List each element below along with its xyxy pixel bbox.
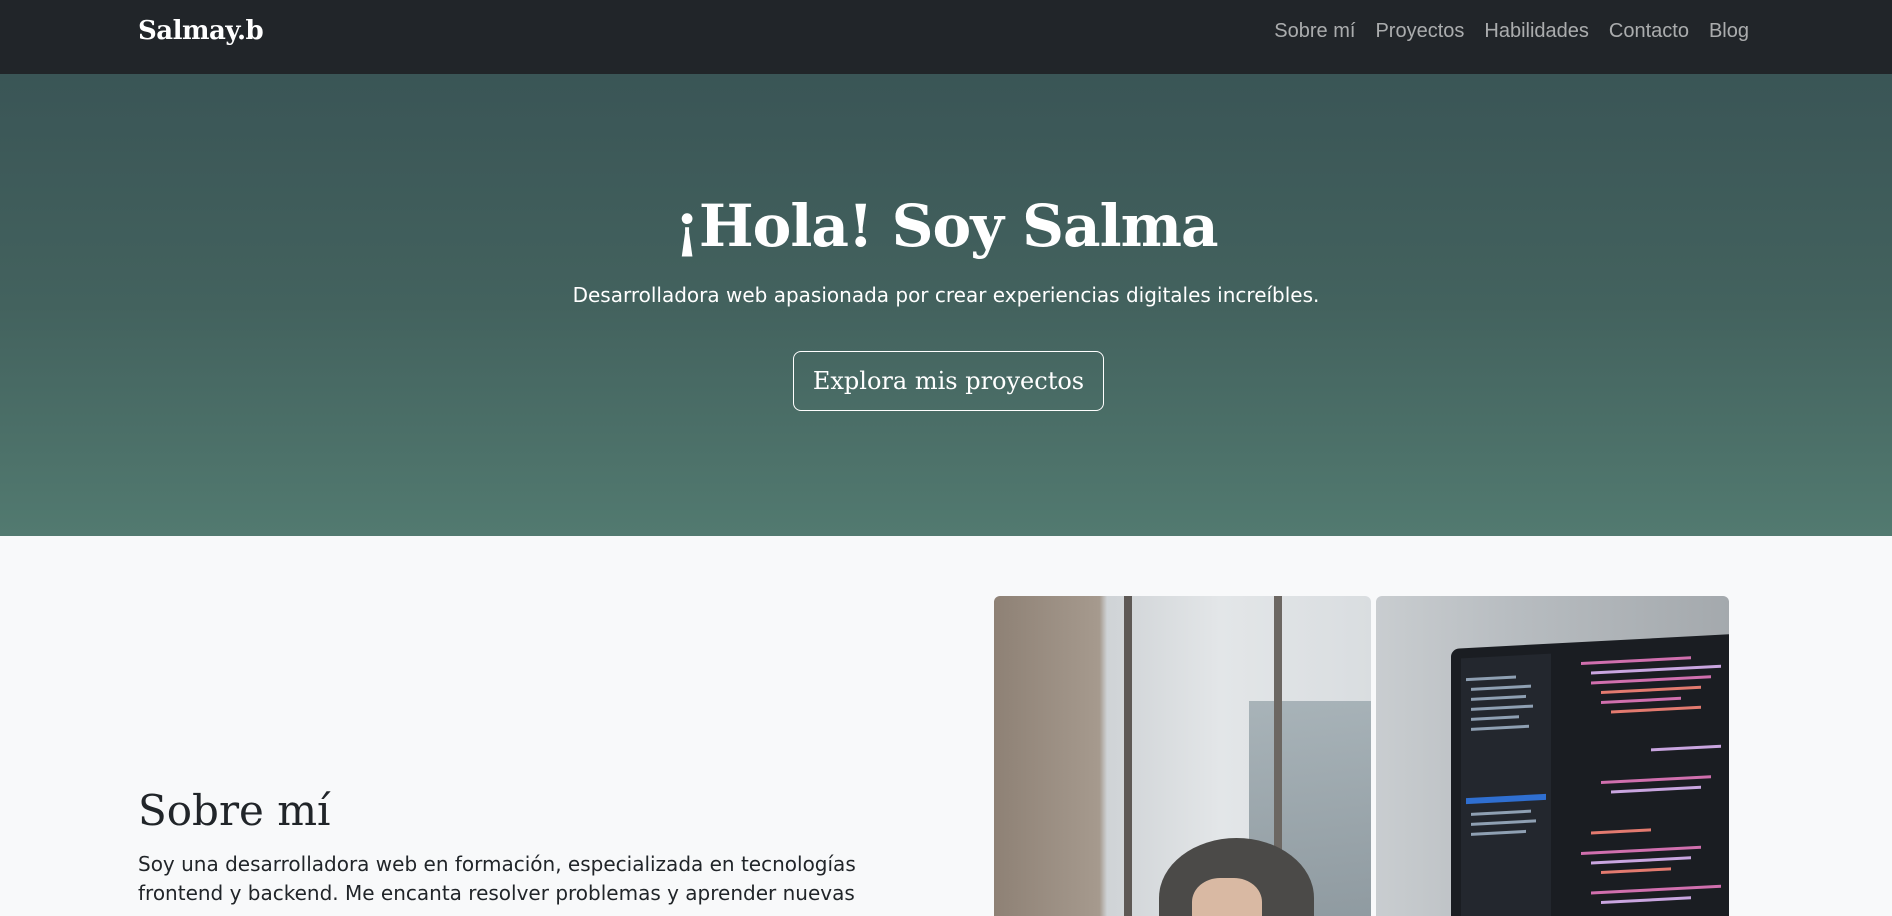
nav-link-habilidades[interactable]: Habilidades	[1484, 20, 1589, 43]
nav-links: Sobre mí Proyectos Habilidades Contacto …	[1274, 20, 1749, 43]
about-text: Soy una desarrolladora web en formación,…	[138, 852, 856, 905]
window-frame	[1124, 596, 1132, 916]
nav-link-proyectos[interactable]: Proyectos	[1375, 20, 1464, 43]
hero-title: ¡Hola! Soy Salma	[674, 192, 1218, 260]
navbar: Salmay.b Sobre mí Proyectos Habilidades …	[0, 0, 1892, 74]
hero-section: ¡Hola! Soy Salma Desarrolladora web apas…	[0, 74, 1892, 536]
explore-projects-button[interactable]: Explora mis proyectos	[793, 351, 1104, 411]
nav-link-sobre-mi[interactable]: Sobre mí	[1274, 20, 1355, 43]
about-title: Sobre mí	[138, 786, 331, 835]
laptop-code-photo	[1376, 596, 1729, 916]
woman-at-window-photo	[994, 596, 1371, 916]
nav-link-contacto[interactable]: Contacto	[1609, 20, 1689, 43]
person-face	[1192, 878, 1262, 916]
code-lines-graphic	[1461, 653, 1721, 916]
about-section: Sobre mí Soy una desarrolladora web en f…	[0, 536, 1892, 916]
brand-logo[interactable]: Salmay.b	[138, 16, 264, 46]
hero-subtitle: Desarrolladora web apasionada por crear …	[572, 283, 1320, 307]
laptop-screen	[1451, 633, 1729, 916]
nav-link-blog[interactable]: Blog	[1709, 20, 1749, 43]
